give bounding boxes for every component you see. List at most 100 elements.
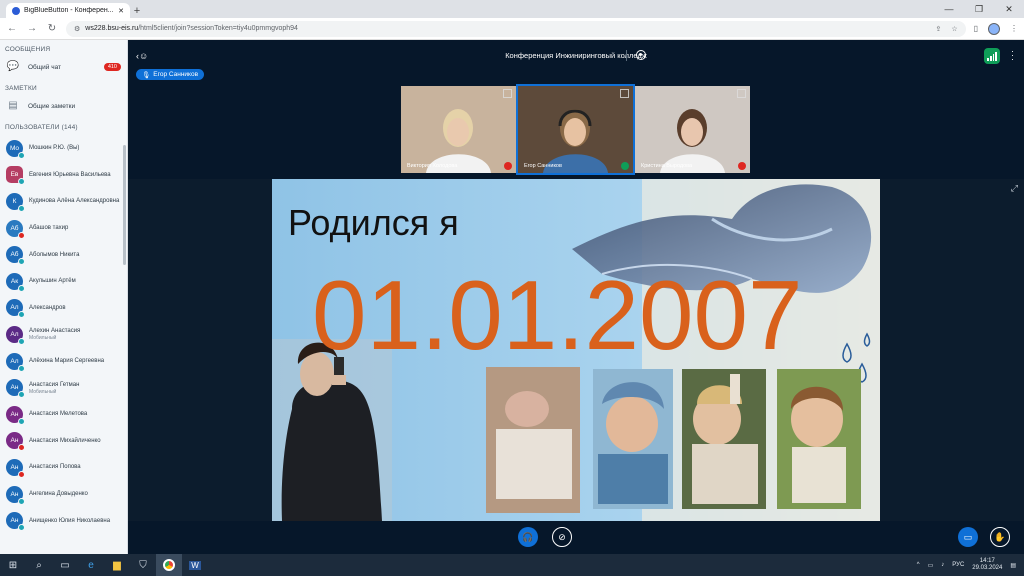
camera-off-button[interactable]: ⊘ (552, 527, 572, 547)
public-chat-label: Общий чат (28, 63, 62, 71)
address-bar[interactable]: ⚙ ws228.bsu-eis.ru/html5client/join?sess… (66, 20, 966, 37)
windows-start-icon[interactable]: ⊞ (0, 554, 26, 576)
user-name: Аболымов Никита (29, 251, 80, 258)
forward-arrow-icon[interactable]: → (26, 23, 38, 34)
share-icon[interactable]: ⇪ (935, 25, 941, 33)
avatar: Ан (6, 458, 25, 478)
webcam-user-name[interactable]: Егор Санников (524, 163, 562, 169)
browser-tab[interactable]: BigBlueButton - Конферен... ✕ (6, 3, 130, 18)
fullscreen-icon[interactable] (737, 89, 746, 98)
user-list-item[interactable]: Аб Аболымов Никита (0, 241, 127, 268)
user-list-item[interactable]: Ал Алехин Анастасия Мобильный (0, 321, 127, 348)
talking-indicator[interactable]: 🎙 Егор Санников (136, 69, 205, 80)
avatar-initials: Аб (10, 251, 19, 259)
user-list-item[interactable]: Ан Ангелина Довыденко (0, 481, 127, 508)
webcam-user-name[interactable]: Кристина Выродова (641, 163, 692, 169)
headphones-audio-button[interactable]: 🎧 (518, 527, 538, 547)
word-icon[interactable]: W (182, 554, 208, 576)
slide-canvas: Родился я 01.01.2007 (272, 179, 880, 521)
user-list-item[interactable]: Ан Анастасия Попова (0, 454, 127, 481)
avatar-initials: Ал (10, 330, 19, 338)
user-name: Анищенко Юлия Николаевна (29, 517, 111, 524)
avatar: Ан (6, 405, 25, 425)
bookmark-star-icon[interactable]: ☆ (951, 25, 957, 33)
site-info-icon[interactable]: ⚙ (74, 25, 80, 33)
browser-toolbar: ← → ↻ ⚙ ws228.bsu-eis.ru/html5client/joi… (0, 18, 1024, 40)
bigbluebutton-favicon-icon (12, 6, 20, 15)
new-tab-button[interactable]: + (130, 3, 144, 18)
browser-tab-title: BigBlueButton - Конферен... (24, 7, 114, 14)
edge-browser-icon[interactable]: e (78, 554, 104, 576)
menu-dots-icon[interactable]: ⋮ (1010, 24, 1018, 33)
search-icon[interactable]: ⌕ (26, 554, 52, 576)
shared-notes-item[interactable]: ▤ Общие заметки (0, 96, 127, 116)
minimize-icon[interactable]: — (934, 0, 964, 18)
user-list-item[interactable]: Ан Анастасия Михайличенко (0, 428, 127, 455)
muted-mic-icon (504, 162, 512, 170)
talking-user-name: Егор Санников (153, 71, 199, 78)
user-name: Евгения Юрьевна Васильева (29, 171, 111, 178)
recording-indicator-icon[interactable] (636, 50, 646, 60)
file-explorer-icon[interactable]: ▆ (104, 554, 130, 576)
audio-status-icon (18, 284, 25, 292)
user-list-item[interactable]: Аб Абашов тахир (0, 215, 127, 242)
reload-icon[interactable]: ↻ (46, 23, 58, 34)
back-arrow-icon[interactable]: ← (6, 23, 18, 34)
presentation-fullscreen-icon[interactable]: ⤢ (1011, 183, 1018, 194)
profile-avatar[interactable] (988, 22, 1000, 35)
user-name: Александров (29, 304, 66, 311)
user-list-item[interactable]: Ан Анищенко Юлия Николаевна (0, 507, 127, 534)
audio-status-icon (18, 337, 25, 345)
clock[interactable]: 14:17 29.03.2024 (972, 558, 1002, 572)
users-section-title: ПОЛЬЗОВАТЕЛИ (144) (5, 124, 78, 131)
notifications-icon[interactable]: ▤ (1010, 562, 1016, 569)
chrome-icon[interactable] (156, 554, 182, 576)
sidepanel-icon[interactable]: ▯ (974, 24, 978, 33)
user-list-item[interactable]: Ан Анастасия Гетман Мобильный (0, 374, 127, 401)
keyboard-language[interactable]: РУС (952, 562, 964, 568)
avatar-initials: Ан (10, 437, 19, 445)
options-menu-icon[interactable]: · · · (1011, 47, 1014, 64)
raise-hand-button[interactable]: ✋ (990, 527, 1010, 547)
avatar-initials: Ан (10, 463, 19, 471)
clock-time: 14:17 (979, 558, 995, 564)
user-list-item[interactable]: Ал Александров (0, 295, 127, 322)
webcam-user-name[interactable]: Виктория Холодова (407, 163, 457, 169)
user-list-item[interactable]: Ал Алёхина Мария Сергеевна (0, 348, 127, 375)
user-device-label: Мобильный (29, 388, 57, 395)
avatar: Ал (6, 352, 25, 372)
presentation-toggle-button[interactable]: ▭ (958, 527, 978, 547)
webcam-tile[interactable]: Виктория Холодова (401, 86, 516, 173)
task-view-icon[interactable]: ▭ (52, 554, 78, 576)
user-list-item[interactable]: К Кудинова Алёна Александровна (0, 188, 127, 215)
user-list-item[interactable]: Ев Евгения Юрьевна Васильева (0, 162, 127, 189)
webcam-tile[interactable]: Кристина Выродова (635, 86, 750, 173)
volume-icon[interactable]: ♪ (941, 562, 944, 568)
user-list-item[interactable]: Ак Акульшин Артём (0, 268, 127, 295)
store-icon[interactable]: ⛉ (130, 554, 156, 576)
shared-notes-label: Общие заметки (28, 102, 76, 110)
webcam-tile[interactable]: Егор Санников (516, 84, 635, 175)
avatar-initials: Ал (10, 304, 19, 312)
public-chat-item[interactable]: 💬 Общий чат 410 (0, 57, 127, 77)
network-icon[interactable]: ▭ (928, 562, 934, 569)
connection-status-icon[interactable] (984, 48, 1000, 64)
birth-date-text: 01.01.2007 (312, 260, 802, 370)
close-window-icon[interactable]: ✕ (994, 0, 1024, 18)
audio-status-icon (18, 391, 25, 399)
maximize-icon[interactable]: ❐ (964, 0, 994, 18)
tray-chevron-icon[interactable]: ^ (917, 562, 920, 568)
user-list-item[interactable]: Ан Анастасия Мелетова (0, 401, 127, 428)
audio-status-icon (18, 497, 25, 505)
close-tab-icon[interactable]: ✕ (118, 7, 124, 15)
user-list-item[interactable]: Мо Мошкин Р.Ю. (Вы) (0, 135, 127, 162)
meeting-area: ‹☺ Конференция Инжиниринговый колледж · ·… (128, 40, 1024, 554)
avatar-initials: Аб (10, 224, 19, 232)
sidebar-scrollbar[interactable] (123, 145, 126, 265)
slide-heading: Родился я (288, 202, 459, 243)
presentation-slide[interactable]: Родился я 01.01.2007 (272, 179, 880, 521)
avatar: Аб (6, 246, 25, 266)
audio-status-icon (18, 204, 25, 212)
fullscreen-icon[interactable] (620, 89, 629, 98)
fullscreen-icon[interactable] (503, 89, 512, 98)
